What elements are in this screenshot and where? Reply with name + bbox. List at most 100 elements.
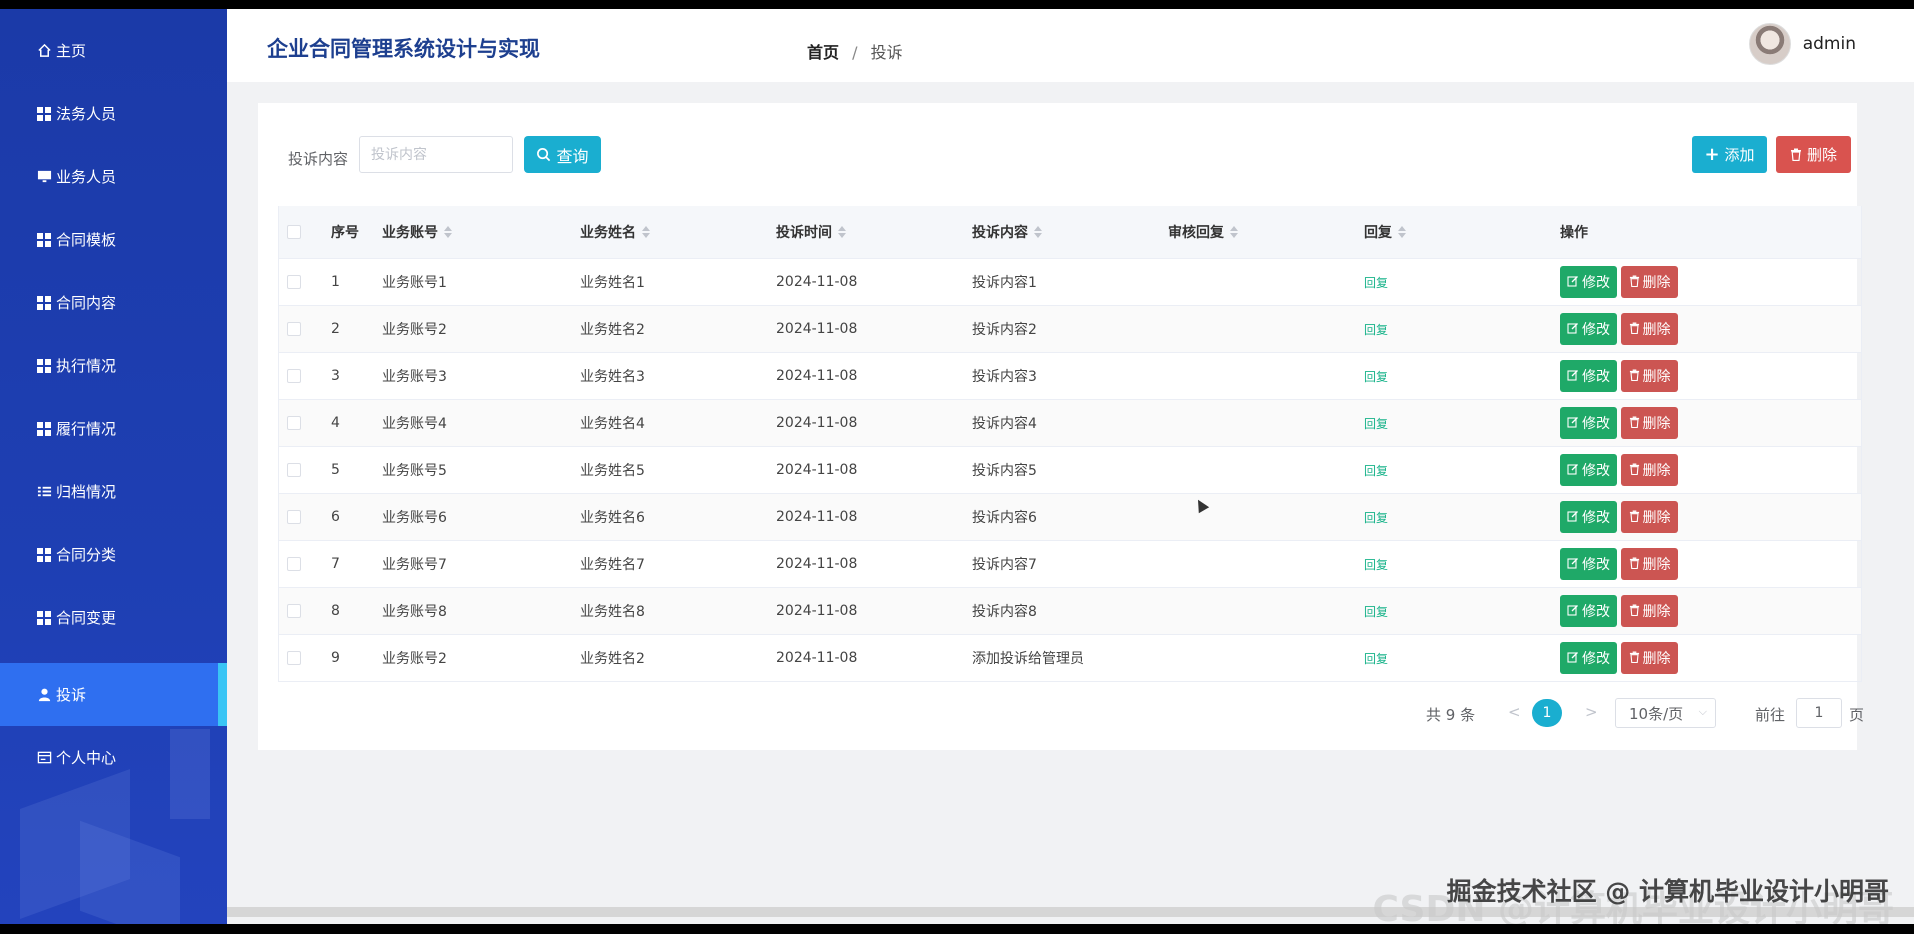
- grid-icon: [36, 547, 52, 563]
- sidebar-item-complaint[interactable]: 投诉: [0, 663, 227, 726]
- sidebar-item-performance[interactable]: 履行情况: [0, 397, 227, 460]
- edit-button[interactable]: 修改: [1560, 407, 1617, 439]
- edit-button[interactable]: 修改: [1560, 313, 1617, 345]
- sort-icon[interactable]: [838, 225, 846, 239]
- row-checkbox[interactable]: [287, 416, 301, 430]
- sort-icon[interactable]: [1034, 225, 1042, 239]
- sort-icon[interactable]: [1230, 225, 1238, 239]
- cell-name: 业务姓名6: [580, 510, 645, 526]
- user-menu[interactable]: admin: [1748, 23, 1856, 65]
- reply-link[interactable]: 回复: [1364, 415, 1388, 432]
- sort-icon[interactable]: [642, 225, 650, 239]
- sidebar-item-personal-center[interactable]: 个人中心: [0, 726, 227, 789]
- edit-icon: [1567, 510, 1579, 525]
- sidebar-item-legal-staff[interactable]: 法务人员: [0, 82, 227, 145]
- delete-button[interactable]: 删除: [1621, 501, 1678, 533]
- header-content[interactable]: 投诉内容: [956, 206, 1152, 258]
- edit-button[interactable]: 修改: [1560, 360, 1617, 392]
- row-checkbox[interactable]: [287, 322, 301, 336]
- delete-button[interactable]: 删除: [1621, 407, 1678, 439]
- cell-name: 业务姓名2: [580, 322, 645, 338]
- delete-button[interactable]: 删除: [1621, 548, 1678, 580]
- delete-button[interactable]: 删除: [1621, 360, 1678, 392]
- sidebar-item-business-staff[interactable]: 业务人员: [0, 145, 227, 208]
- edit-button[interactable]: 修改: [1560, 642, 1617, 674]
- cell-account: 业务账号2: [382, 322, 447, 338]
- reply-link[interactable]: 回复: [1364, 603, 1388, 620]
- delete-button[interactable]: 删除: [1621, 313, 1678, 345]
- header-time[interactable]: 投诉时间: [760, 206, 956, 258]
- cell-no: 5: [331, 462, 340, 478]
- header-audit[interactable]: 审核回复: [1152, 206, 1348, 258]
- sort-icon[interactable]: [1398, 225, 1406, 239]
- sidebar-item-label: 履行情况: [56, 420, 117, 438]
- sidebar-item-home[interactable]: 主页: [0, 19, 227, 82]
- cell-account: 业务账号5: [382, 463, 447, 479]
- sidebar-item-execution[interactable]: 执行情况: [0, 334, 227, 397]
- search-icon: [536, 147, 551, 162]
- reply-link[interactable]: 回复: [1364, 321, 1388, 338]
- sidebar-item-contract-change[interactable]: 合同变更: [0, 586, 227, 649]
- avatar[interactable]: [1748, 23, 1791, 65]
- row-checkbox[interactable]: [287, 369, 301, 383]
- table-row: 5 业务账号5 业务姓名5 2024-11-08 投诉内容5 回复 修改 删除: [279, 446, 1861, 493]
- batch-delete-button[interactable]: 删除: [1776, 136, 1851, 173]
- pagination-prev-button[interactable]: <: [1508, 703, 1521, 721]
- cell-content: 投诉内容7: [972, 557, 1037, 573]
- header-account[interactable]: 业务账号: [366, 206, 564, 258]
- sort-icon[interactable]: [444, 225, 452, 239]
- cell-content: 投诉内容2: [972, 322, 1037, 338]
- cell-name: 业务姓名3: [580, 369, 645, 385]
- edit-button[interactable]: 修改: [1560, 595, 1617, 627]
- header-name[interactable]: 业务姓名: [564, 206, 760, 258]
- sidebar-item-contract-category[interactable]: 合同分类: [0, 523, 227, 586]
- delete-button-label: 删除: [1806, 146, 1837, 164]
- edit-icon: [1567, 651, 1579, 666]
- edit-button[interactable]: 修改: [1560, 266, 1617, 298]
- delete-button[interactable]: 删除: [1621, 642, 1678, 674]
- query-button[interactable]: 查询: [524, 136, 601, 173]
- header-operations: 操作: [1560, 225, 1588, 241]
- page-size-select[interactable]: 10条/页 ⌵: [1615, 698, 1716, 728]
- delete-button[interactable]: 删除: [1621, 595, 1678, 627]
- sidebar-item-archive[interactable]: 归档情况: [0, 460, 227, 523]
- pagination-next-button[interactable]: >: [1585, 703, 1598, 721]
- reply-link[interactable]: 回复: [1364, 556, 1388, 573]
- reply-link[interactable]: 回复: [1364, 462, 1388, 479]
- sidebar-item-contract-content[interactable]: 合同内容: [0, 271, 227, 334]
- row-checkbox[interactable]: [287, 651, 301, 665]
- username[interactable]: admin: [1803, 34, 1856, 54]
- delete-button-label: 删除: [1642, 557, 1671, 573]
- reply-link[interactable]: 回复: [1364, 274, 1388, 291]
- edit-button[interactable]: 修改: [1560, 454, 1617, 486]
- reply-link[interactable]: 回复: [1364, 368, 1388, 385]
- table-row: 2 业务账号2 业务姓名2 2024-11-08 投诉内容2 回复 修改 删除: [279, 305, 1861, 352]
- sidebar-item-label: 合同分类: [56, 546, 117, 564]
- breadcrumb-home[interactable]: 首页: [807, 43, 839, 62]
- delete-button[interactable]: 删除: [1621, 266, 1678, 298]
- edit-button[interactable]: 修改: [1560, 501, 1617, 533]
- reply-link[interactable]: 回复: [1364, 650, 1388, 667]
- pagination-page-1[interactable]: 1: [1532, 699, 1562, 727]
- row-checkbox[interactable]: [287, 275, 301, 289]
- goto-page-input[interactable]: [1796, 698, 1842, 728]
- select-all-checkbox[interactable]: [287, 225, 301, 239]
- add-button[interactable]: + 添加: [1692, 136, 1767, 173]
- row-checkbox[interactable]: [287, 463, 301, 477]
- delete-button[interactable]: 删除: [1621, 454, 1678, 486]
- search-input[interactable]: [359, 136, 513, 173]
- sidebar-item-contract-template[interactable]: 合同模板: [0, 208, 227, 271]
- cell-no: 1: [331, 274, 340, 290]
- header-reply[interactable]: 回复: [1348, 206, 1544, 258]
- delete-button-label: 删除: [1642, 604, 1671, 620]
- edit-button[interactable]: 修改: [1560, 548, 1617, 580]
- cell-no: 4: [331, 415, 340, 431]
- search-label: 投诉内容: [288, 150, 349, 168]
- cell-time: 2024-11-08: [776, 650, 858, 666]
- cell-audit: [1152, 400, 1348, 446]
- reply-link[interactable]: 回复: [1364, 509, 1388, 526]
- row-checkbox[interactable]: [287, 604, 301, 618]
- table-row: 7 业务账号7 业务姓名7 2024-11-08 投诉内容7 回复 修改 删除: [279, 540, 1861, 587]
- row-checkbox[interactable]: [287, 557, 301, 571]
- row-checkbox[interactable]: [287, 510, 301, 524]
